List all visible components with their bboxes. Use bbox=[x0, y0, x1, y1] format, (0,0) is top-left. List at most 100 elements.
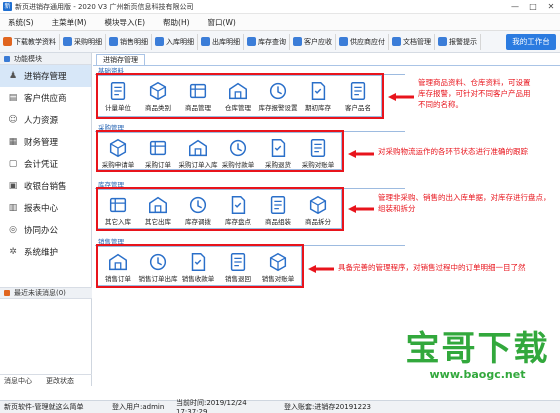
status-company: 新页软件-管理就这么简单 bbox=[4, 403, 84, 411]
toolbar-button[interactable]: 客户应收 bbox=[290, 33, 336, 50]
annotation-line: 管理商品资料、仓库资料，可设置 bbox=[418, 78, 531, 87]
sidebar-item[interactable]: ◎ 协同办公 bbox=[0, 219, 91, 241]
toolbar-button-label: 下载教学资料 bbox=[14, 37, 56, 46]
toolbar-button[interactable]: 下载教学资料 bbox=[0, 33, 60, 50]
highlight-box bbox=[96, 187, 344, 231]
watermark-url: www.baogc.net bbox=[429, 368, 526, 381]
sidebar-item-label: 人力资源 bbox=[24, 116, 59, 126]
message-icon bbox=[4, 290, 10, 296]
toolbar-button[interactable]: 文档管理 bbox=[389, 33, 435, 50]
recent-messages-label: 最近未读消息 bbox=[14, 289, 56, 297]
app-logo-icon: 新 bbox=[3, 2, 12, 11]
sidebar-header: 功能模块 bbox=[0, 53, 91, 65]
annotation-line: 不同的名称。 bbox=[418, 100, 463, 109]
toolbar-icon bbox=[155, 37, 164, 46]
module-icon bbox=[4, 55, 10, 62]
toolbar-button[interactable]: 入库明细 bbox=[152, 33, 198, 50]
sidebar-item[interactable]: ▦ 财务管理 bbox=[0, 131, 91, 153]
voucher-icon: ▢ bbox=[8, 159, 18, 169]
sidebar-item[interactable]: ▥ 报表中心 bbox=[0, 197, 91, 219]
menu-help[interactable]: 帮助(H) bbox=[163, 17, 190, 28]
sidebar-item-label: 系统维护 bbox=[24, 248, 59, 258]
toolbar-button[interactable]: 销售明细 bbox=[106, 33, 152, 50]
change-status-link[interactable]: 更改状态 bbox=[46, 376, 74, 386]
highlight-box bbox=[96, 244, 304, 288]
toolbar-button-label: 入库明细 bbox=[166, 37, 194, 46]
collab-icon: ◎ bbox=[9, 225, 17, 235]
window-title: 新页进销存通用版 - 2020 V3 广州新页信息科技有限公司 bbox=[15, 2, 194, 11]
close-button[interactable]: ✕ bbox=[542, 0, 560, 14]
annotation-line: 具备完善的管理程序，对销售过程中的订单明细一目了然 bbox=[338, 263, 526, 272]
sidebar-item[interactable]: ☺ 人力资源 bbox=[0, 109, 91, 131]
annotation-line: 组装和拆分 bbox=[378, 204, 416, 213]
highlight-box bbox=[96, 130, 344, 172]
sidebar-item[interactable]: ▣ 收银台销售 bbox=[0, 175, 91, 197]
menu-main[interactable]: 主菜单(M) bbox=[52, 17, 87, 28]
annotation-note: 具备完善的管理程序，对销售过程中的订单明细一目了然 bbox=[338, 262, 558, 273]
sidebar: 功能模块 ♟ 进销存管理 ▤ 客户供应商 ☺ 人力资源 ▦ 财务管理 ▢ 会计凭证 ▣ 收银台销售 ▥ 报… bbox=[0, 53, 92, 386]
recent-messages-header[interactable]: 最近未读消息 (0) bbox=[0, 287, 92, 299]
watermark-title: 宝哥下载 bbox=[405, 329, 550, 369]
left-arrow-icon bbox=[348, 205, 374, 213]
watermark: 宝哥下载 www.baogc.net bbox=[395, 330, 560, 386]
annotation-line: 管理非采购、销售的出入库单据，对库存进行盘点， bbox=[378, 193, 551, 202]
toolbar-button-label: 销售明细 bbox=[120, 37, 148, 46]
toolbar-button-label: 文档管理 bbox=[403, 37, 431, 46]
annotation-note: 管理非采购、销售的出入库单据，对库存进行盘点， 组装和拆分 bbox=[378, 192, 558, 214]
sidebar-item[interactable]: ♟ 进销存管理 bbox=[0, 65, 91, 87]
highlight-box bbox=[96, 73, 384, 119]
doc-icon: ▦ bbox=[8, 137, 18, 147]
toolbar-icon bbox=[339, 37, 348, 46]
toolbar-icon bbox=[3, 37, 12, 46]
my-workbench-button[interactable]: 我的工作台 bbox=[506, 34, 556, 50]
user-icon: ♟ bbox=[8, 71, 18, 81]
menu-system[interactable]: 系统(S) bbox=[8, 17, 34, 28]
toolbar-button[interactable]: 库存查询 bbox=[244, 33, 290, 50]
left-arrow-icon bbox=[348, 150, 374, 158]
status-time: 当前时间:2019/12/24 17:37:29 bbox=[176, 399, 247, 413]
toolbar-icon bbox=[392, 37, 401, 46]
message-center-link[interactable]: 消息中心 bbox=[4, 376, 32, 386]
recent-messages-count: (0) bbox=[56, 289, 66, 297]
status-bar: 新页软件-管理就这么简单 登入用户:admin 当前时间:2019/12/24 … bbox=[0, 399, 560, 413]
toolbar-button[interactable]: 采购明细 bbox=[60, 33, 106, 50]
sidebar-item-label: 进销存管理 bbox=[24, 72, 67, 82]
toolbar-icon bbox=[293, 37, 302, 46]
sidebar-item[interactable]: ▢ 会计凭证 bbox=[0, 153, 91, 175]
menu-bar: 系统(S) 主菜单(M) 模块导入(E) 帮助(H) 窗口(W) bbox=[0, 14, 560, 31]
report-icon: ▥ bbox=[8, 203, 18, 213]
toolbar-icon bbox=[63, 37, 72, 46]
sidebar-item-label: 协同办公 bbox=[24, 226, 59, 236]
toolbar-button[interactable]: 报警提示 bbox=[435, 33, 481, 50]
sidebar-item[interactable]: ✲ 系统维护 bbox=[0, 241, 91, 263]
sidebar-item-label: 会计凭证 bbox=[24, 160, 59, 170]
sidebar-item-label: 客户供应商 bbox=[24, 94, 67, 104]
toolbar-button[interactable]: 出库明细 bbox=[198, 33, 244, 50]
toolbar-button-label: 客户应收 bbox=[304, 37, 332, 46]
toolbar-button-label: 报警提示 bbox=[449, 37, 477, 46]
sidebar-item-label: 财务管理 bbox=[24, 138, 59, 148]
left-arrow-icon bbox=[388, 93, 414, 101]
annotation-line: 库存报警，可针对不同客户产品用 bbox=[418, 89, 531, 98]
person-icon: ☺ bbox=[8, 115, 18, 125]
status-user: 登入用户:admin bbox=[112, 403, 165, 411]
toolbar-button-label: 库存查询 bbox=[258, 37, 286, 46]
annotation-line: 对采购物流运作的各环节状态进行准确的跟踪 bbox=[378, 147, 528, 156]
sidebar-item[interactable]: ▤ 客户供应商 bbox=[0, 87, 91, 109]
toolbar-icon bbox=[438, 37, 447, 46]
menu-module-import[interactable]: 模块导入(E) bbox=[104, 17, 145, 28]
sidebar-item-label: 收银台销售 bbox=[24, 182, 67, 192]
sidebar-footer: 消息中心 更改状态 bbox=[0, 374, 92, 386]
sidebar-item-label: 报表中心 bbox=[24, 204, 59, 214]
cashier-icon: ▣ bbox=[8, 181, 18, 191]
minimize-button[interactable]: — bbox=[506, 0, 524, 14]
maximize-button[interactable]: □ bbox=[524, 0, 542, 14]
quick-toolbar: 下载教学资料 采购明细 销售明细 入库明细 出库明细 库存查询 客户应收 供应商应付 文档管理 报… bbox=[0, 31, 560, 53]
sidebar-nav: ♟ 进销存管理 ▤ 客户供应商 ☺ 人力资源 ▦ 财务管理 ▢ 会计凭证 ▣ 收银台销售 ▥ 报表中心 ◎ 协… bbox=[0, 65, 91, 263]
book-icon: ▤ bbox=[8, 93, 18, 103]
annotation-note: 管理商品资料、仓库资料，可设置 库存报警，可针对不同客户产品用 不同的名称。 bbox=[418, 77, 558, 110]
menu-window[interactable]: 窗口(W) bbox=[208, 17, 236, 28]
toolbar-icon bbox=[247, 37, 256, 46]
toolbar-button-label: 出库明细 bbox=[212, 37, 240, 46]
toolbar-button[interactable]: 供应商应付 bbox=[336, 33, 389, 50]
